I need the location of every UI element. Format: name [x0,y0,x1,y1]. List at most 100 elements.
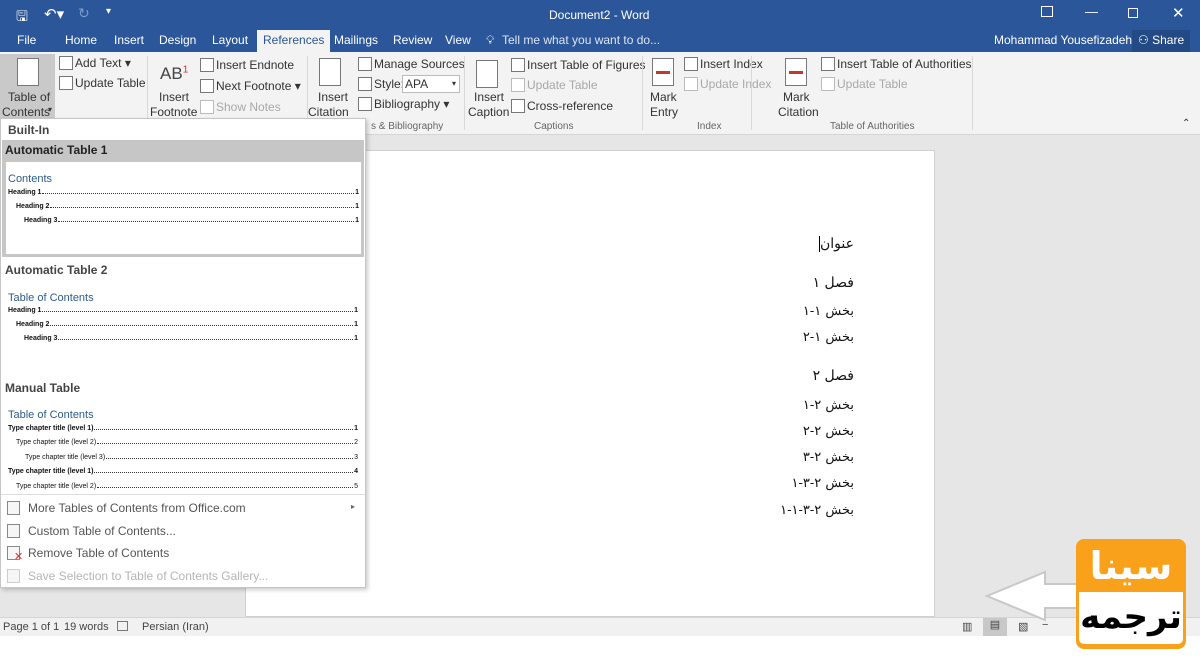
title-bar: 🖫 ↶▾ ↻ ▾ Document2 - Word — ✕ [0,0,1200,30]
show-notes-button[interactable]: Show Notes [200,100,281,114]
label: Entry [650,105,679,119]
page-count[interactable]: Page 1 of 1 [3,621,59,633]
tab-review[interactable]: Review [393,33,432,47]
gallery-manual-table[interactable]: Manual Table Table of Contents Type chap… [2,379,364,494]
office-com-icon [7,501,20,515]
redo-icon[interactable]: ↻ [78,5,90,22]
mark-entry-icon [652,58,674,86]
manage-sources-icon [358,57,372,71]
label: Insert [159,90,190,104]
tab-layout[interactable]: Layout [212,33,248,47]
toc-label: Table of [8,90,51,104]
mark-entry-button[interactable]: Mark Entry [645,54,681,119]
preview-heading: Table of Contents [8,292,94,304]
submenu-arrow-icon: ▸ [350,502,355,511]
update-index-button[interactable]: Update Index [684,77,771,91]
bibliography-icon [358,97,372,111]
toc-icon [17,58,39,86]
person-icon: ⚇ [1138,33,1153,47]
ribbon-display-icon[interactable] [1041,6,1053,17]
restore-icon[interactable] [1128,8,1138,18]
style-label: Style: [358,77,404,91]
lightbulb-icon: 💡︎ [486,33,495,47]
table-of-contents-button[interactable]: Table of Contents ▾ [0,54,55,119]
minimize-icon[interactable]: — [1085,4,1098,19]
tab-mailings[interactable]: Mailings [334,33,378,47]
doc-line: بخش ۲-۳-۱-۱ [780,503,854,518]
doc-line: بخش ۲-۳-۱ [791,476,854,491]
tab-references[interactable]: References [257,30,331,52]
gallery-title: Automatic Table 1 [5,143,108,157]
next-footnote-button[interactable]: Next Footnote ▾ [200,79,301,93]
tab-design[interactable]: Design [159,33,196,47]
insert-caption-button[interactable]: Insert Caption [466,54,510,119]
insert-endnote-button[interactable]: Insert Endnote [200,58,294,72]
remove-toc-item[interactable]: ✕ Remove Table of Contents [1,544,365,564]
update-icon [821,77,835,91]
doc-line: بخش ۲-۲ [802,424,854,439]
save-icon[interactable]: 🖫 [16,6,28,30]
read-mode-icon[interactable]: ▥ [962,620,972,633]
update-toa-button[interactable]: Update Table [821,77,908,91]
update-table-button[interactable]: Update Table [59,76,146,90]
next-footnote-icon [200,79,214,93]
label: Mark [783,90,810,104]
toc-dropdown-menu: Built-In Automatic Table 1 Contents Head… [0,118,366,588]
add-text-button[interactable]: Add Text ▾ [59,56,131,70]
more-tables-item[interactable]: More Tables of Contents from Office.com ▸ [1,499,365,519]
ribbon-tabs: File Home Insert Design Layout Reference… [0,30,1200,52]
label: Mark [650,90,677,104]
tab-file[interactable]: File [17,33,36,47]
mark-citation-icon [785,58,807,86]
gallery-title: Manual Table [5,381,81,395]
doc-title: عنوان [819,236,854,252]
share-label: Share [1152,33,1185,47]
tab-insert[interactable]: Insert [114,33,144,47]
share-button[interactable]: ⚇ Share [1132,30,1191,52]
tell-me-input[interactable]: Tell me what you want to do... [502,33,660,47]
undo-icon[interactable]: ↶▾ [44,5,64,23]
insert-table-of-authorities-button[interactable]: Insert Table of Authorities [821,57,972,71]
insert-citation-button[interactable]: Insert Citation [308,54,356,119]
preview-heading: Table of Contents [8,409,94,421]
custom-toc-item[interactable]: Custom Table of Contents... [1,522,365,542]
gallery-automatic-table-1[interactable]: Automatic Table 1 Contents Heading 11 He… [2,140,364,257]
doc-line: بخش ۲-۳ [802,450,854,465]
style-select[interactable]: APA ▾ [402,75,460,93]
insert-table-of-figures-button[interactable]: Insert Table of Figures [511,58,646,72]
preview-heading: Contents [8,173,53,185]
label: Insert [318,90,349,104]
bibliography-button[interactable]: Bibliography ▾ [358,97,449,111]
update-table-figures-button[interactable]: Update Table [511,78,598,92]
tab-view[interactable]: View [445,33,471,47]
language[interactable]: Persian (Iran) [142,621,209,633]
doc-line: بخش ۲-۱ [802,398,854,413]
customize-qat-icon[interactable]: ▾ [106,6,111,17]
save-selection-icon [7,569,20,583]
manage-sources-button[interactable]: Manage Sources [358,57,465,71]
arrow-graphic [985,570,1084,622]
collapse-ribbon-icon[interactable]: ⌃ [1182,118,1190,129]
insert-footnote-button[interactable]: AB1 Insert Footnote [150,54,197,119]
caption-icon [476,60,498,88]
watermark-logo: سینا ترجمه [1076,539,1186,649]
endnote-icon [200,58,214,72]
show-notes-icon [200,100,214,114]
mark-citation-button[interactable]: Mark Citation [776,54,820,119]
proofing-icon[interactable] [117,621,128,631]
logo-bottom-text: ترجمه [1079,592,1183,644]
group-label: s & Bibliography [371,121,444,132]
update-icon [684,77,698,91]
section-header: Built-In [8,123,50,137]
user-name[interactable]: Mohammad Yousefizadeh [994,33,1132,47]
custom-toc-icon [7,524,20,538]
close-icon[interactable]: ✕ [1172,4,1185,22]
save-selection-item[interactable]: Save Selection to Table of Contents Gall… [1,567,365,587]
tab-home[interactable]: Home [65,33,97,47]
gallery-automatic-table-2[interactable]: Automatic Table 2 Table of Contents Head… [2,261,364,361]
word-count[interactable]: 19 words [64,621,109,633]
label: Caption [468,105,510,119]
cross-reference-button[interactable]: Cross-reference [511,99,613,113]
doc-line: بخش ۱-۲ [802,330,854,345]
logo-top-text: سینا [1089,544,1173,588]
